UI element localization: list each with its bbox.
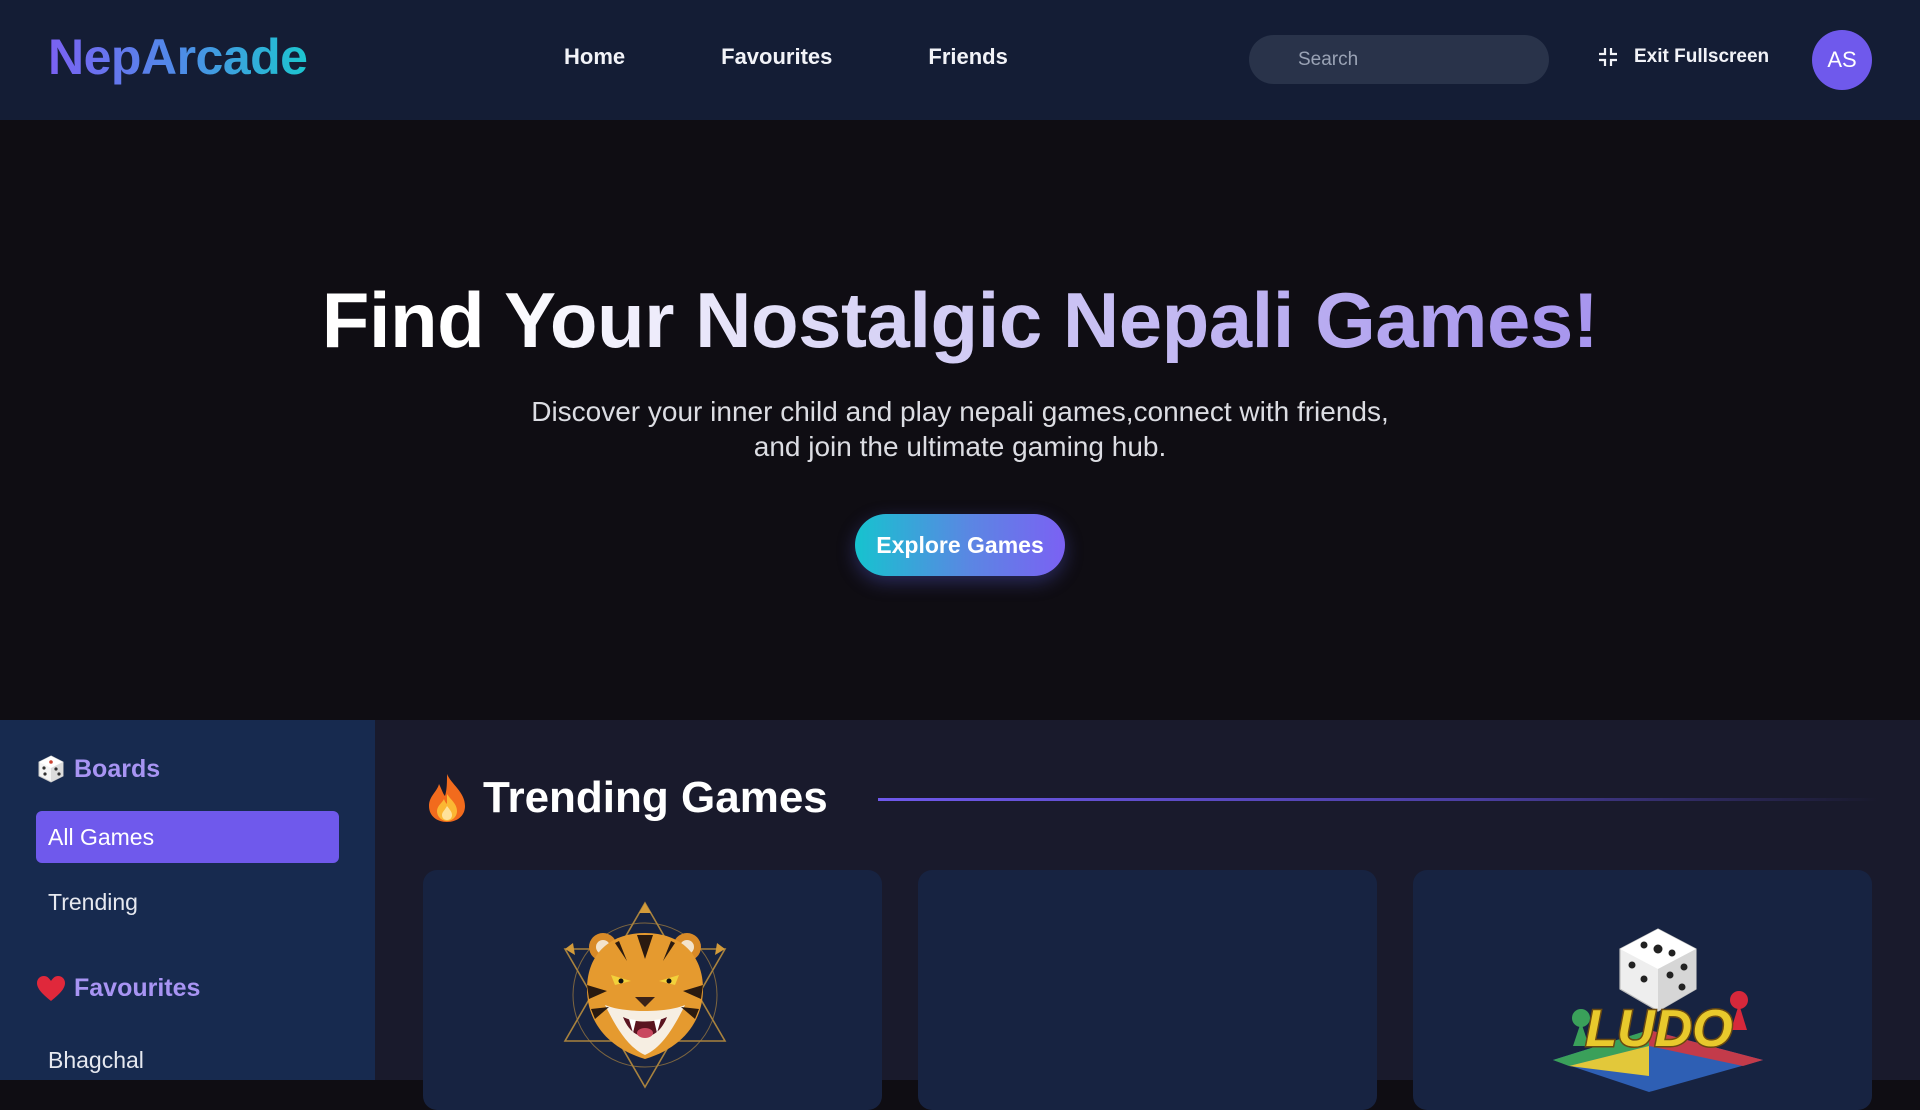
main-content: Trending Games LUDO xyxy=(375,720,1920,1110)
top-header: NepArcade Home Favourites Friends Exit F… xyxy=(0,0,1920,120)
sidebar-item-trending[interactable]: Trending xyxy=(36,876,339,928)
trending-games-heading: Trending Games xyxy=(425,772,828,824)
explore-games-button[interactable]: Explore Games xyxy=(855,514,1065,576)
boards-heading-label: Boards xyxy=(74,754,161,783)
game-card-placeholder[interactable] xyxy=(918,870,1377,1110)
exit-fullscreen-label: Exit Fullscreen xyxy=(1634,46,1770,67)
nav-favourites[interactable]: Favourites xyxy=(721,44,832,70)
game-card-ludo[interactable]: LUDO xyxy=(1413,870,1872,1110)
search-input[interactable] xyxy=(1249,35,1549,84)
sidebar-item-all-games[interactable]: All Games xyxy=(36,811,339,863)
sidebar-item-bhagchal[interactable]: Bhagchal xyxy=(36,1034,339,1086)
site-logo[interactable]: NepArcade xyxy=(48,28,308,86)
game-card-tiger[interactable] xyxy=(423,870,882,1110)
die-icon xyxy=(38,755,64,783)
favourites-heading-label: Favourites xyxy=(74,974,201,1002)
section-divider xyxy=(878,798,1878,801)
exit-fullscreen-button[interactable]: Exit Fullscreen xyxy=(1598,46,1769,68)
hero-section: Find Your Nostalgic Nepali Games! Discov… xyxy=(0,120,1920,720)
sidebar: Boards All Games Trending Favourites Bha… xyxy=(0,720,375,1080)
hero-title: Find Your Nostalgic Nepali Games! xyxy=(0,275,1920,366)
nav-home[interactable]: Home xyxy=(564,44,625,70)
nav-friends[interactable]: Friends xyxy=(928,44,1007,70)
ludo-logo-text: LUDO xyxy=(1585,1000,1732,1058)
trending-games-title: Trending Games xyxy=(483,773,828,822)
tiger-emblem-image xyxy=(563,901,727,1089)
fire-icon xyxy=(429,774,465,822)
hero-subtitle-line-1: Discover your inner child and play nepal… xyxy=(531,396,1389,427)
user-avatar[interactable]: AS xyxy=(1812,30,1872,90)
hero-subtitle-line-2: and join the ultimate gaming hub. xyxy=(753,431,1167,462)
hero-subtitle: Discover your inner child and play nepal… xyxy=(460,394,1460,464)
main-nav: Home Favourites Friends xyxy=(564,44,1104,70)
exit-fullscreen-icon xyxy=(1599,48,1617,66)
boards-heading: Boards xyxy=(36,754,160,784)
ludo-logo-image: LUDO xyxy=(1553,928,1763,1092)
heart-icon xyxy=(37,975,65,1001)
favourites-heading: Favourites xyxy=(36,974,200,1003)
